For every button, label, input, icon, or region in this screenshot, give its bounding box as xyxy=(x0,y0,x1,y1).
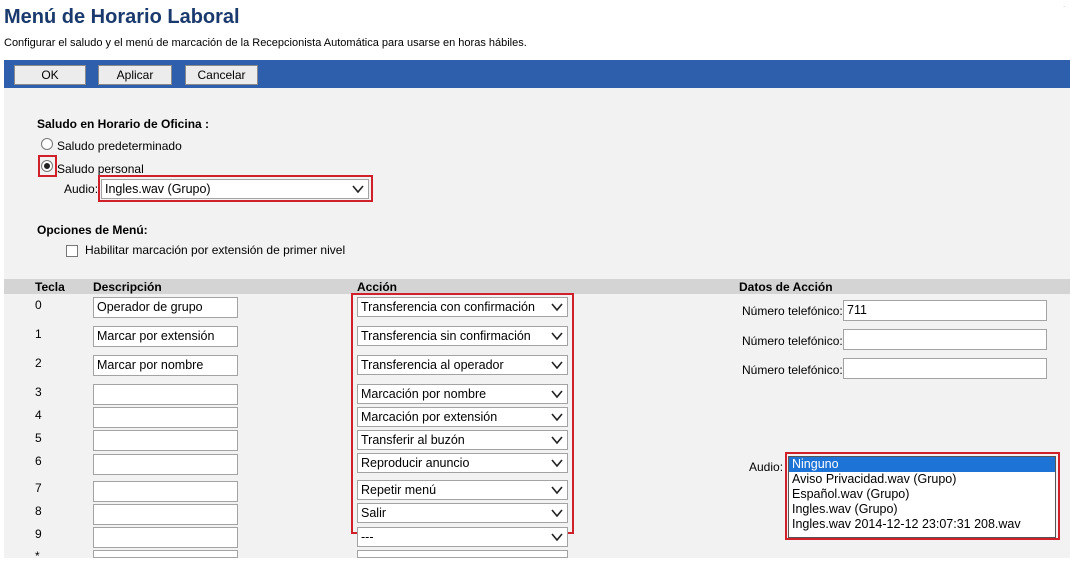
header-key: Tecla xyxy=(35,280,65,294)
description-input[interactable]: Marcar por nombre xyxy=(93,355,238,376)
description-input[interactable] xyxy=(93,430,238,451)
personal-greeting-radio[interactable] xyxy=(41,160,53,172)
action-select[interactable]: Marcación por extensión xyxy=(357,407,568,427)
announcement-audio-label: Audio: xyxy=(749,460,784,474)
action-value: Salir xyxy=(361,506,387,520)
description-input[interactable] xyxy=(93,550,238,558)
action-value: Transferencia con confirmación xyxy=(361,300,535,314)
action-select[interactable]: Repetir menú xyxy=(357,480,568,500)
description-input[interactable] xyxy=(93,481,238,502)
action-select[interactable]: Transferencia con confirmación xyxy=(357,297,568,317)
description-input[interactable] xyxy=(93,407,238,428)
action-select[interactable]: Reproducir anuncio xyxy=(357,453,568,473)
row-key: 4 xyxy=(35,408,42,422)
default-greeting-label: Saludo predeterminado xyxy=(57,139,182,153)
phone-input[interactable]: 711 xyxy=(843,300,1047,321)
row-key: 6 xyxy=(35,454,42,468)
action-select[interactable]: Salir xyxy=(357,503,568,523)
header-action: Acción xyxy=(357,280,398,294)
ok-button[interactable]: OK xyxy=(14,65,86,85)
chevron-down-icon xyxy=(551,390,563,399)
action-value: Reproducir anuncio xyxy=(361,456,470,470)
greeting-audio-value: Ingles.wav (Grupo) xyxy=(105,182,211,196)
row-key: * xyxy=(35,549,40,563)
header-action-data: Datos de Acción xyxy=(739,280,833,294)
phone-label: Número telefónico: xyxy=(742,363,843,377)
row-key: 1 xyxy=(35,327,42,341)
chevron-down-icon xyxy=(551,533,563,542)
action-value: Marcación por nombre xyxy=(361,387,487,401)
phone-label: Número telefónico: xyxy=(742,334,843,348)
greeting-audio-label: Audio: xyxy=(64,182,99,196)
action-value: Marcación por extensión xyxy=(361,410,498,424)
row-key: 8 xyxy=(35,504,42,518)
phone-input[interactable] xyxy=(843,329,1047,350)
description-input[interactable] xyxy=(93,504,238,525)
greeting-heading: Saludo en Horario de Oficina : xyxy=(37,117,210,131)
default-greeting-radio[interactable] xyxy=(41,138,53,150)
action-value: Transferencia sin confirmación xyxy=(361,329,531,343)
description-input[interactable] xyxy=(93,454,238,475)
action-value: --- xyxy=(361,530,374,544)
chevron-down-icon xyxy=(551,361,563,370)
first-level-checkbox[interactable] xyxy=(66,245,78,257)
chevron-down-icon xyxy=(551,509,563,518)
audio-option[interactable]: Español.wav (Grupo) xyxy=(789,487,1055,502)
page-title: Menú de Horario Laboral xyxy=(4,6,240,28)
chevron-down-icon xyxy=(352,185,364,194)
chevron-down-icon xyxy=(551,332,563,341)
action-value: Transferencia al operador xyxy=(361,358,504,372)
phone-label: Número telefónico: xyxy=(742,304,843,318)
chevron-down-icon xyxy=(551,486,563,495)
announcement-audio-list[interactable]: Ninguno Aviso Privacidad.wav (Grupo) Esp… xyxy=(788,456,1056,538)
corner-mark: . xyxy=(1063,0,1066,9)
action-select[interactable] xyxy=(357,550,568,558)
row-key: 0 xyxy=(35,298,42,312)
cancel-button[interactable]: Cancelar xyxy=(185,65,258,85)
action-select[interactable]: Transferir al buzón xyxy=(357,430,568,450)
phone-input[interactable] xyxy=(843,358,1047,379)
personal-greeting-label: Saludo personal xyxy=(57,162,144,176)
chevron-down-icon xyxy=(551,413,563,422)
row-key: 7 xyxy=(35,481,42,495)
audio-option[interactable]: Ninguno xyxy=(789,457,1055,472)
audio-option[interactable]: Ingles.wav (Grupo) xyxy=(789,502,1055,517)
audio-option[interactable]: Ingles.wav 2014-12-12 23:07:31 208.wav xyxy=(789,517,1055,532)
chevron-down-icon xyxy=(551,459,563,468)
row-key: 3 xyxy=(35,385,42,399)
description-input[interactable]: Operador de grupo xyxy=(93,297,238,318)
row-key: 2 xyxy=(35,356,42,370)
audio-option[interactable]: Aviso Privacidad.wav (Grupo) xyxy=(789,472,1055,487)
greeting-audio-select[interactable]: Ingles.wav (Grupo) xyxy=(101,179,369,199)
action-select[interactable]: Transferencia sin confirmación xyxy=(357,326,568,346)
apply-button[interactable]: Aplicar xyxy=(98,65,172,85)
action-value: Repetir menú xyxy=(361,483,437,497)
row-key: 5 xyxy=(35,431,42,445)
action-select[interactable]: Transferencia al operador xyxy=(357,355,568,375)
first-level-label: Habilitar marcación por extensión de pri… xyxy=(85,243,346,257)
toolbar: OK Aplicar Cancelar xyxy=(4,60,1070,88)
row-key: 9 xyxy=(35,527,42,541)
menu-options-heading: Opciones de Menú: xyxy=(37,223,148,237)
action-value: Transferir al buzón xyxy=(361,433,465,447)
action-select[interactable]: Marcación por nombre xyxy=(357,384,568,404)
table-header-bar xyxy=(4,279,1070,294)
page-subtitle: Configurar el saludo y el menú de marcac… xyxy=(4,37,527,49)
chevron-down-icon xyxy=(551,436,563,445)
description-input[interactable] xyxy=(93,384,238,405)
description-input[interactable]: Marcar por extensión xyxy=(93,326,238,347)
action-select[interactable]: --- xyxy=(357,527,568,547)
description-input[interactable] xyxy=(93,527,238,548)
header-description: Descripción xyxy=(93,280,162,294)
chevron-down-icon xyxy=(551,303,563,312)
